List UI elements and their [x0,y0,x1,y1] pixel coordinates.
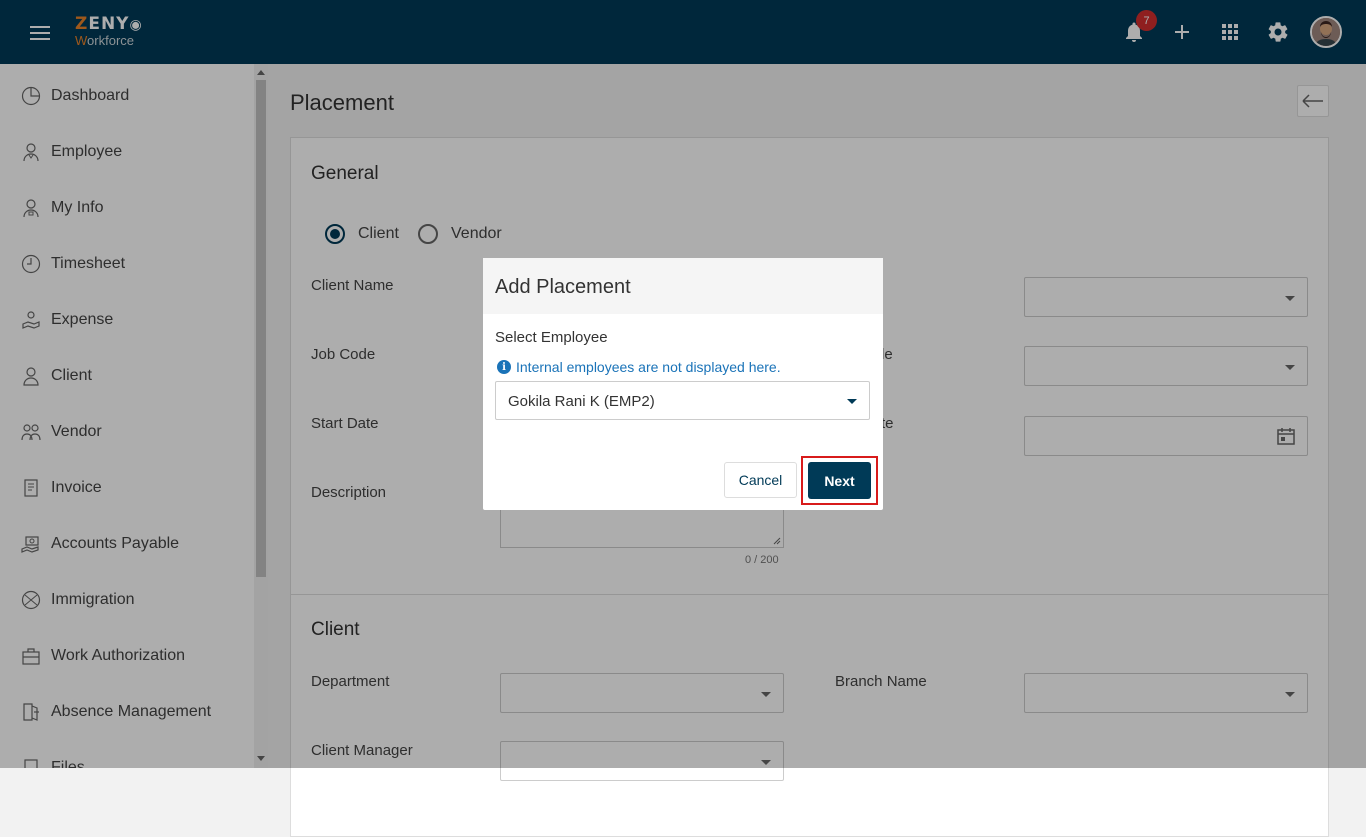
info-icon: i [497,360,511,374]
employee-select-value: Gokila Rani K (EMP2) [508,393,655,410]
employee-select[interactable]: Gokila Rani K (EMP2) [495,381,870,420]
cancel-button[interactable]: Cancel [724,462,797,498]
info-message: i Internal employees are not displayed h… [497,359,781,375]
select-employee-label: Select Employee [495,329,608,346]
dialog-header: Add Placement [483,258,883,314]
add-placement-dialog: Add Placement Select Employee i Internal… [483,258,883,510]
info-text: Internal employees are not displayed her… [516,359,781,375]
next-button[interactable]: Next [808,462,871,499]
next-button-highlight: Next [801,456,878,505]
chevron-down-icon [847,399,857,404]
dialog-title: Add Placement [495,276,631,298]
